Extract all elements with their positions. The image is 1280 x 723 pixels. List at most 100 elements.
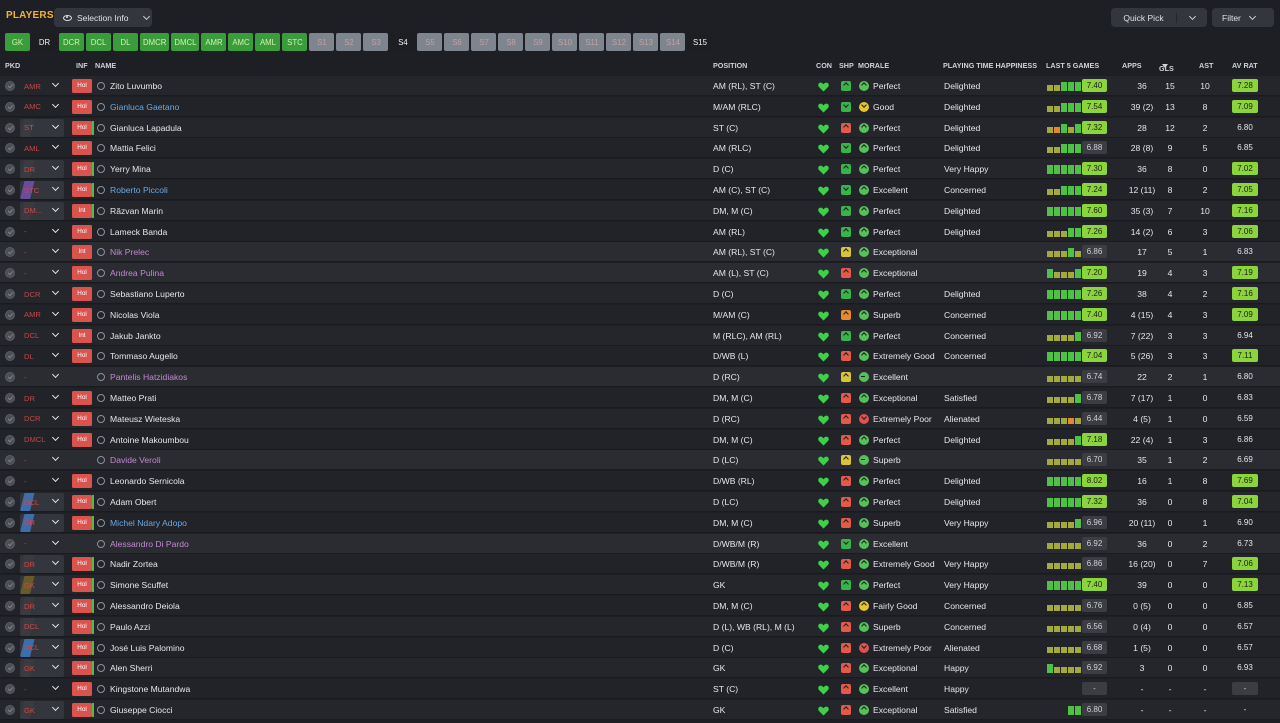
position-select[interactable]: -: [20, 264, 64, 282]
table-row[interactable]: - Hol Kingstone Mutandwa ST (C) Excellent Hap…: [0, 679, 1280, 700]
player-name[interactable]: Lameck Banda: [110, 222, 167, 242]
position-select[interactable]: -: [20, 472, 64, 490]
pick-checkbox[interactable]: [5, 517, 15, 528]
pick-checkbox[interactable]: [5, 559, 15, 570]
position-select[interactable]: DCL: [20, 327, 64, 345]
player-name[interactable]: Alessandro Di Pardo: [110, 534, 189, 554]
player-name[interactable]: Pantelis Hatzidiakos: [110, 367, 187, 387]
position-select[interactable]: DCR: [20, 410, 64, 428]
table-row[interactable]: DR Hol Matteo Prati DM, M (C) Exceptional Sat…: [0, 388, 1280, 408]
table-row[interactable]: AMC Hol Gianluca Gaetano M/AM (RLC) Good Deli…: [0, 96, 1280, 117]
player-name[interactable]: Jakub Jankto: [110, 326, 161, 346]
position-button[interactable]: DMCL: [171, 33, 200, 51]
position-button[interactable]: DCR: [59, 33, 84, 51]
table-row[interactable]: - Alessandro Di Pardo D/WB/M (R) Excellent 6…: [0, 533, 1280, 554]
pick-checkbox[interactable]: [5, 580, 15, 591]
position-button[interactable]: S7: [471, 33, 497, 51]
position-button[interactable]: AML: [255, 33, 281, 51]
position-button[interactable]: S5: [417, 33, 443, 51]
table-row[interactable]: DR Hol Michel Ndary Adopo DM, M (C) Superb Ve…: [0, 512, 1280, 533]
pick-checkbox[interactable]: [5, 205, 15, 216]
col-con[interactable]: CON: [816, 61, 832, 70]
pick-checkbox[interactable]: [5, 705, 15, 715]
table-row[interactable]: DR Hol Nadir Zortea D/WB/M (R) Extremely Goo…: [0, 554, 1280, 575]
pick-checkbox[interactable]: [5, 434, 15, 445]
col-name[interactable]: NAME: [95, 61, 116, 70]
position-button[interactable]: S2: [336, 33, 362, 51]
position-select[interactable]: AML: [20, 139, 64, 157]
player-name[interactable]: Mateusz Wieteska: [110, 409, 180, 429]
table-row[interactable]: DM... Int Răzvan Marin DM, M (C) Perfect Deli…: [0, 200, 1280, 221]
player-name[interactable]: Simone Scuffet: [110, 575, 168, 595]
pick-checkbox[interactable]: [5, 476, 15, 487]
position-select[interactable]: -: [20, 680, 64, 698]
col-pkd[interactable]: PKD: [5, 61, 20, 70]
pick-checkbox[interactable]: [5, 393, 15, 403]
position-select[interactable]: AMR: [20, 77, 64, 95]
player-name[interactable]: Gianluca Lapadula: [110, 118, 182, 138]
col-morale[interactable]: MORALE: [858, 61, 889, 70]
table-row[interactable]: ST Hol Gianluca Lapadula ST (C) Perfect Delig…: [0, 117, 1280, 138]
position-select[interactable]: DM...: [20, 201, 64, 220]
position-select[interactable]: -: [20, 223, 64, 241]
position-select[interactable]: STC: [20, 181, 64, 199]
player-name[interactable]: Zito Luvumbo: [110, 76, 162, 96]
player-name[interactable]: Nadir Zortea: [110, 554, 158, 574]
position-button[interactable]: DR: [32, 33, 57, 51]
table-row[interactable]: STC Hol Roberto Piccoli AM (C), ST (C) Excel…: [0, 180, 1280, 200]
position-select[interactable]: DCL: [20, 638, 64, 657]
pick-checkbox[interactable]: [5, 351, 15, 362]
player-name[interactable]: Roberto Piccoli: [110, 180, 168, 200]
position-button[interactable]: S6: [444, 33, 470, 51]
position-button[interactable]: DCL: [86, 33, 111, 51]
pick-checkbox[interactable]: [5, 101, 15, 112]
position-select[interactable]: DR: [20, 160, 64, 179]
position-button[interactable]: S11: [579, 33, 605, 51]
position-button[interactable]: STC: [282, 33, 308, 51]
position-button[interactable]: DMCR: [140, 33, 170, 51]
table-row[interactable]: - Pantelis Hatzidiakos D (RC) Excellent 6.74…: [0, 367, 1280, 388]
position-select[interactable]: DCR: [20, 285, 64, 303]
position-button[interactable]: S1: [309, 33, 335, 51]
player-name[interactable]: Giuseppe Ciocci: [110, 700, 173, 720]
table-row[interactable]: DCL Hol José Luis Palomino D (C) Extremely P…: [0, 637, 1280, 658]
table-row[interactable]: - Hol Leonardo Sernicola D/WB (RL) Perfect De…: [0, 471, 1280, 492]
player-name[interactable]: José Luis Palomino: [110, 638, 185, 658]
position-button[interactable]: GK: [5, 33, 30, 51]
col-shp[interactable]: SHP: [839, 61, 854, 70]
position-button[interactable]: S10: [552, 33, 578, 51]
col-ast[interactable]: AST: [1199, 61, 1213, 70]
position-select[interactable]: AMR: [20, 306, 64, 324]
position-button[interactable]: S3: [363, 33, 389, 51]
position-button[interactable]: S8: [498, 33, 524, 51]
pick-checkbox[interactable]: [5, 164, 15, 175]
player-name[interactable]: Matteo Prati: [110, 388, 156, 408]
pick-checkbox[interactable]: [5, 81, 15, 91]
position-select[interactable]: -: [20, 451, 64, 469]
pick-checkbox[interactable]: [5, 268, 15, 279]
position-select[interactable]: GK: [20, 659, 64, 678]
position-button[interactable]: S15: [687, 33, 713, 51]
position-select[interactable]: DMCL: [20, 431, 64, 449]
quick-pick-label[interactable]: Quick Pick: [1111, 12, 1177, 23]
player-name[interactable]: Răzvan Marin: [110, 201, 163, 221]
table-row[interactable]: AMR Hol Nicolas Viola M/AM (C) Superb Concern…: [0, 304, 1280, 325]
position-button[interactable]: S14: [660, 33, 686, 51]
pick-checkbox[interactable]: [5, 372, 15, 383]
position-select[interactable]: -: [20, 368, 64, 386]
player-name[interactable]: Paulo Azzi: [110, 617, 150, 637]
pick-checkbox[interactable]: [5, 309, 15, 320]
player-name[interactable]: Kingstone Mutandwa: [110, 679, 190, 699]
filter-button[interactable]: Filter: [1212, 8, 1274, 27]
player-name[interactable]: Nik Prelec: [110, 242, 149, 262]
table-row[interactable]: DCL Hol Adam Obert D (LC) Perfect Delighted 7.…: [0, 492, 1280, 512]
position-select[interactable]: DCL: [20, 493, 64, 511]
table-row[interactable]: AMR Hol Zito Luvumbo AM (RL), ST (C) Perfect…: [0, 76, 1280, 96]
pick-checkbox[interactable]: [5, 226, 15, 237]
player-name[interactable]: Tommaso Augello: [110, 346, 178, 366]
position-button[interactable]: S12: [606, 33, 632, 51]
quick-pick-dropdown[interactable]: [1177, 12, 1207, 20]
player-name[interactable]: Yerry Mina: [110, 159, 151, 179]
player-name[interactable]: Nicolas Viola: [110, 305, 160, 325]
pick-checkbox[interactable]: [5, 497, 15, 507]
